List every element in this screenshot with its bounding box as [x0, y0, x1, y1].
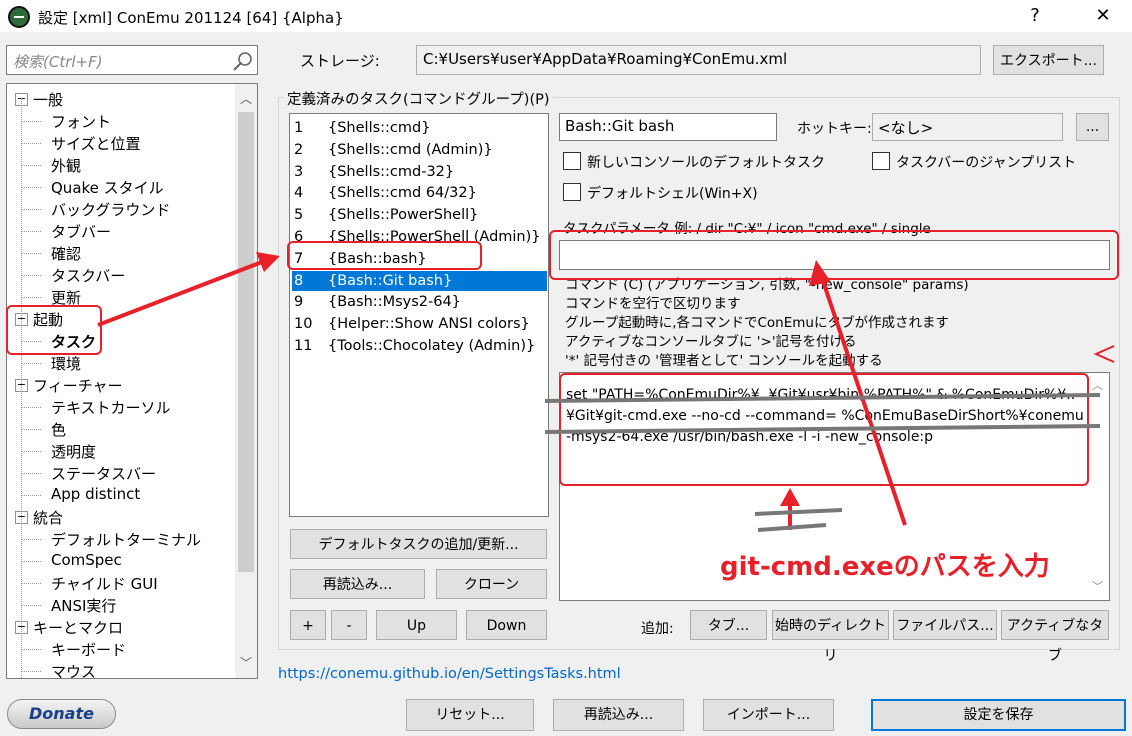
annotation-label: git-cmd.exeのパスを入力	[720, 552, 1050, 582]
annotation-arrow-tasks	[97, 260, 263, 327]
strike-line-2	[544, 424, 1101, 434]
strike-line-4	[757, 523, 827, 532]
strike-line-1	[544, 393, 1101, 403]
annotation-chevron	[1093, 345, 1115, 363]
annotation-arrowhead-commands	[780, 488, 800, 506]
annotation-arrow-params	[820, 277, 907, 526]
annotation-arrows	[97, 252, 1115, 532]
annotation-arrowhead-params	[809, 260, 831, 286]
strike-line-3	[754, 508, 843, 516]
